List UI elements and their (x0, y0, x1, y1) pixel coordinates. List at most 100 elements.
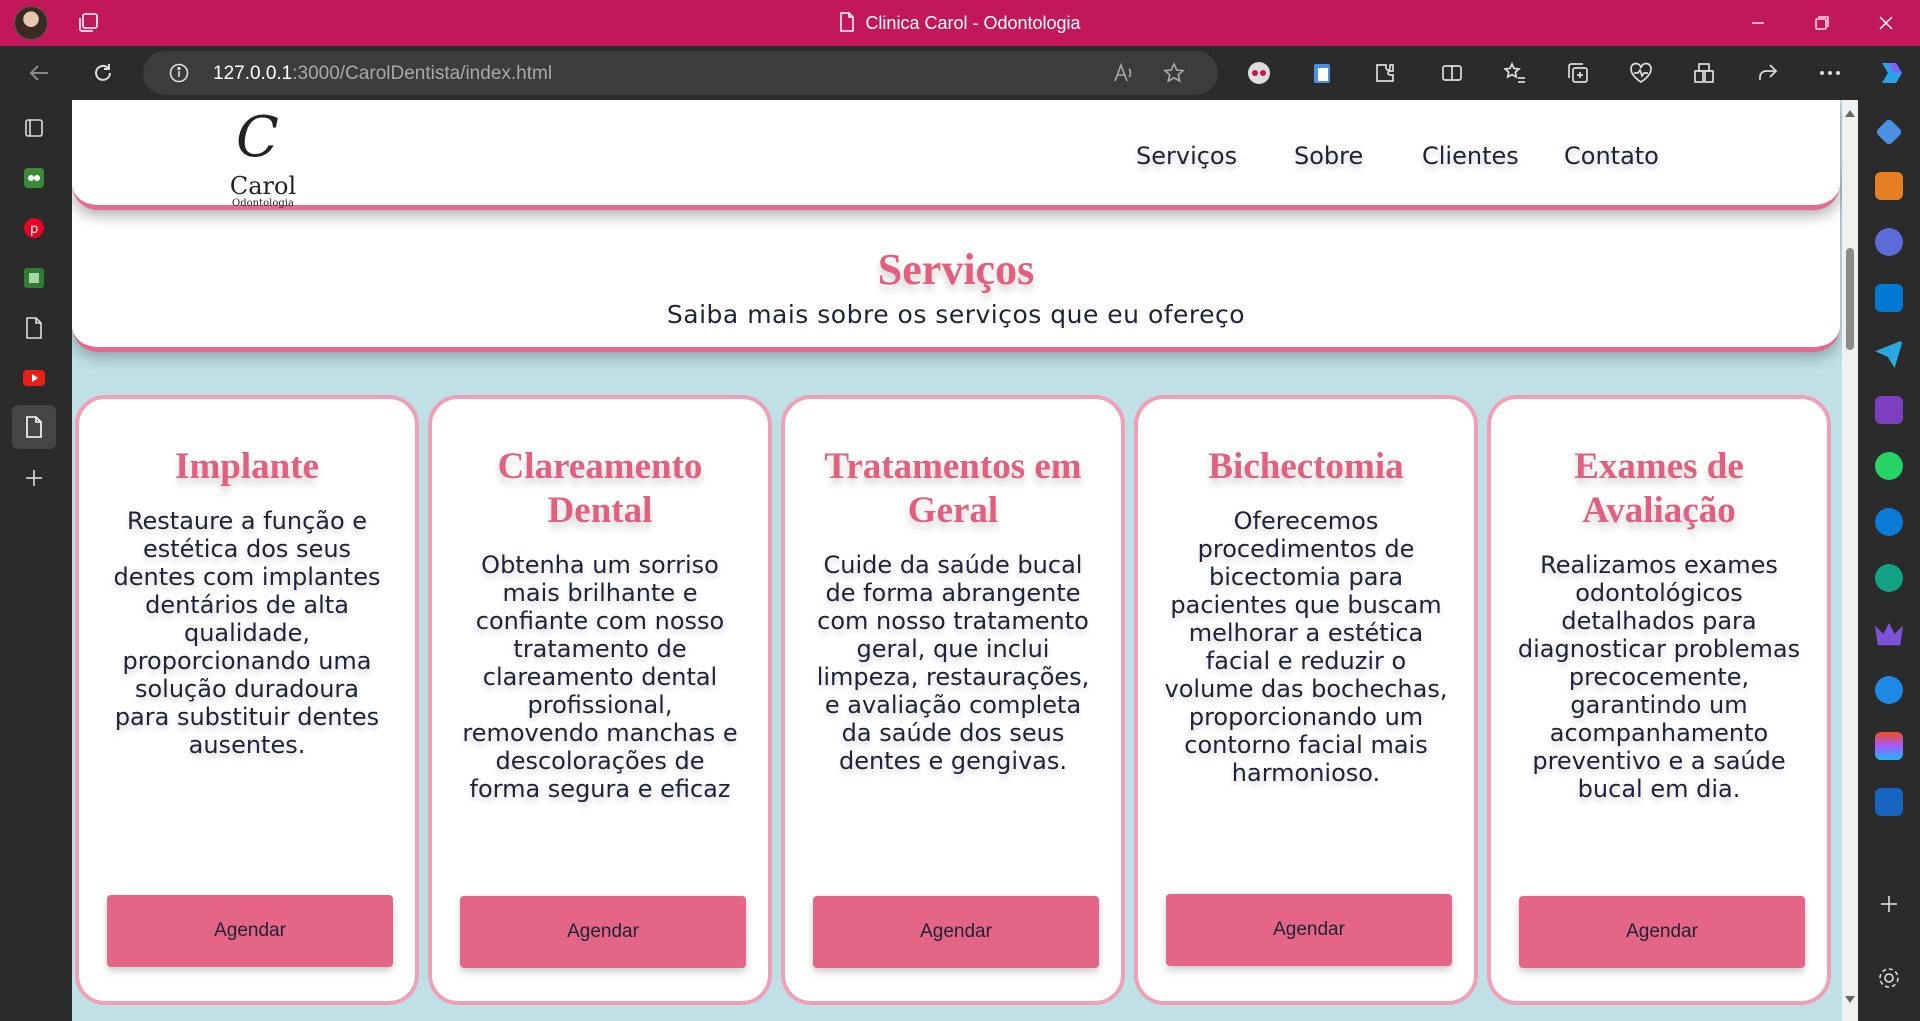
plus-icon (26, 470, 42, 486)
scroll-up-arrow-icon[interactable] (1845, 110, 1855, 117)
new-tab-button[interactable] (18, 462, 50, 494)
plus-icon (1881, 896, 1897, 912)
copilot-button[interactable] (1873, 54, 1911, 92)
tab-item-pinterest[interactable]: p (18, 212, 50, 244)
vertical-tabs-sidebar: p (0, 100, 68, 1021)
whatsapp-icon[interactable] (1875, 452, 1903, 480)
card-text: Cuide da saúde bucal de forma abrangente… (816, 551, 1090, 775)
tab-item-sheets[interactable] (18, 262, 50, 294)
nav-link-sobre[interactable]: Sobre (1294, 142, 1363, 170)
site-info-icon[interactable] (169, 63, 189, 83)
extension-button-2[interactable] (1307, 58, 1337, 88)
apps-icon (1694, 63, 1714, 83)
reload-button[interactable] (88, 58, 118, 88)
split-screen-button[interactable] (1437, 58, 1467, 88)
browser-toolbar: 127.0.0.1:3000/CarolDentista/index.html (0, 46, 1920, 100)
window-title-bar: Clinica Carol - Odontologia (0, 0, 1920, 46)
crown-icon[interactable] (1875, 622, 1903, 646)
nav-link-clientes[interactable]: Clientes (1422, 142, 1519, 170)
add-sidebar-app-button[interactable] (1875, 890, 1903, 918)
schedule-button[interactable]: Agendar (460, 896, 746, 968)
schedule-button[interactable]: Agendar (1519, 896, 1805, 968)
browser-essentials-button[interactable] (1626, 58, 1656, 88)
gear-icon (1879, 968, 1899, 988)
service-card-exames: Exames de Avaliação Realizamos exames od… (1487, 395, 1831, 1005)
collections-icon (1568, 63, 1588, 83)
window-title-text: Clinica Carol - Odontologia (865, 13, 1081, 33)
minimize-button[interactable] (1726, 0, 1790, 46)
figma-icon[interactable] (1875, 732, 1903, 760)
minimize-icon (1752, 22, 1764, 24)
card-text: Realizamos exames odontológicos detalhad… (1517, 551, 1801, 803)
url-text[interactable]: 127.0.0.1:3000/CarolDentista/index.html (213, 63, 552, 85)
page-viewport: C Carol Odontologia Serviços Sobre Clien… (72, 100, 1842, 1021)
card-text: Restaure a função e estética dos seus de… (113, 507, 381, 759)
shopping-tag-icon[interactable] (1875, 118, 1903, 146)
clipboard-icon (1314, 64, 1330, 83)
puzzle-icon (1376, 64, 1394, 82)
nav-link-servicos[interactable]: Serviços (1136, 142, 1237, 170)
card-title: Clareamento Dental (497, 446, 703, 531)
address-bar[interactable]: 127.0.0.1:3000/CarolDentista/index.html (143, 51, 1218, 95)
service-card-tratamentos: Tratamentos em Geral Cuide da saúde buca… (781, 395, 1125, 1005)
url-host: 127.0.0.1 (213, 63, 293, 84)
back-arrow-icon (29, 65, 48, 81)
close-window-button[interactable] (1854, 0, 1918, 46)
collections-button[interactable] (1563, 58, 1593, 88)
restore-icon (1815, 16, 1829, 30)
tab-item-youtube[interactable] (18, 362, 50, 394)
heartbeat-icon (1630, 62, 1652, 83)
search-app-icon[interactable] (1875, 564, 1903, 592)
scrollbar-thumb[interactable] (1846, 248, 1854, 350)
favorites-button[interactable] (1500, 58, 1530, 88)
tab-item-page[interactable] (18, 312, 50, 344)
url-path: :3000/CarolDentista/index.html (292, 63, 553, 84)
share-button[interactable] (1752, 58, 1782, 88)
section-title: Serviços (877, 245, 1035, 294)
sidebar-settings-button[interactable] (1875, 964, 1903, 992)
logo-initial: C (236, 105, 279, 170)
bing-chat-icon[interactable] (1875, 228, 1903, 256)
translator-icon[interactable] (1875, 788, 1903, 816)
service-card-implante: Implante Restaure a função e estética do… (75, 395, 419, 1005)
extensions-button[interactable] (1370, 58, 1400, 88)
back-button[interactable] (24, 58, 54, 88)
tab-actions-icon (25, 119, 43, 137)
schedule-button[interactable]: Agendar (1166, 894, 1452, 966)
skype-icon[interactable] (1875, 508, 1903, 536)
nav-link-contato[interactable]: Contato (1564, 142, 1659, 170)
favorite-star-icon[interactable] (1163, 62, 1185, 84)
apps-button[interactable] (1689, 58, 1719, 88)
toolbox-icon[interactable] (1875, 172, 1903, 200)
tab-actions-button[interactable] (18, 112, 50, 144)
onenote-icon[interactable] (1875, 396, 1903, 424)
schedule-button[interactable]: Agendar (107, 895, 393, 967)
card-title: Tratamentos em Geral (824, 446, 1082, 531)
glasses-icon (1248, 62, 1270, 84)
scroll-down-arrow-icon[interactable] (1845, 996, 1855, 1003)
more-menu-button[interactable] (1815, 58, 1845, 88)
telegram-icon[interactable] (1875, 340, 1903, 368)
tab-item-active-page[interactable] (12, 405, 56, 449)
schedule-button[interactable]: Agendar (813, 896, 1099, 968)
service-card-clareamento: Clareamento Dental Obtenha um sorriso ma… (428, 395, 772, 1005)
logo-subtitle: Odontologia (232, 198, 294, 209)
sheets-icon (24, 268, 44, 288)
ellipsis-icon (1820, 71, 1840, 75)
restore-button[interactable] (1790, 0, 1854, 46)
extension-button-1[interactable] (1244, 58, 1274, 88)
close-icon (1879, 16, 1893, 30)
split-screen-icon (1442, 65, 1462, 81)
window-title: Clinica Carol - Odontologia (0, 12, 1920, 34)
card-text: Obtenha um sorriso mais brilhante e conf… (462, 551, 738, 803)
tab-item-owl[interactable] (18, 162, 50, 194)
page-icon (26, 416, 42, 438)
play-icon[interactable] (1875, 676, 1903, 704)
page-icon (840, 12, 855, 32)
outlook-icon[interactable] (1875, 284, 1903, 312)
owl-icon (24, 168, 44, 188)
read-aloud-icon[interactable] (1113, 63, 1135, 83)
page-scrollbar[interactable] (1842, 100, 1858, 1021)
card-title: Exames de Avaliação (1574, 446, 1744, 531)
site-logo[interactable]: C Carol Odontologia (208, 105, 318, 210)
